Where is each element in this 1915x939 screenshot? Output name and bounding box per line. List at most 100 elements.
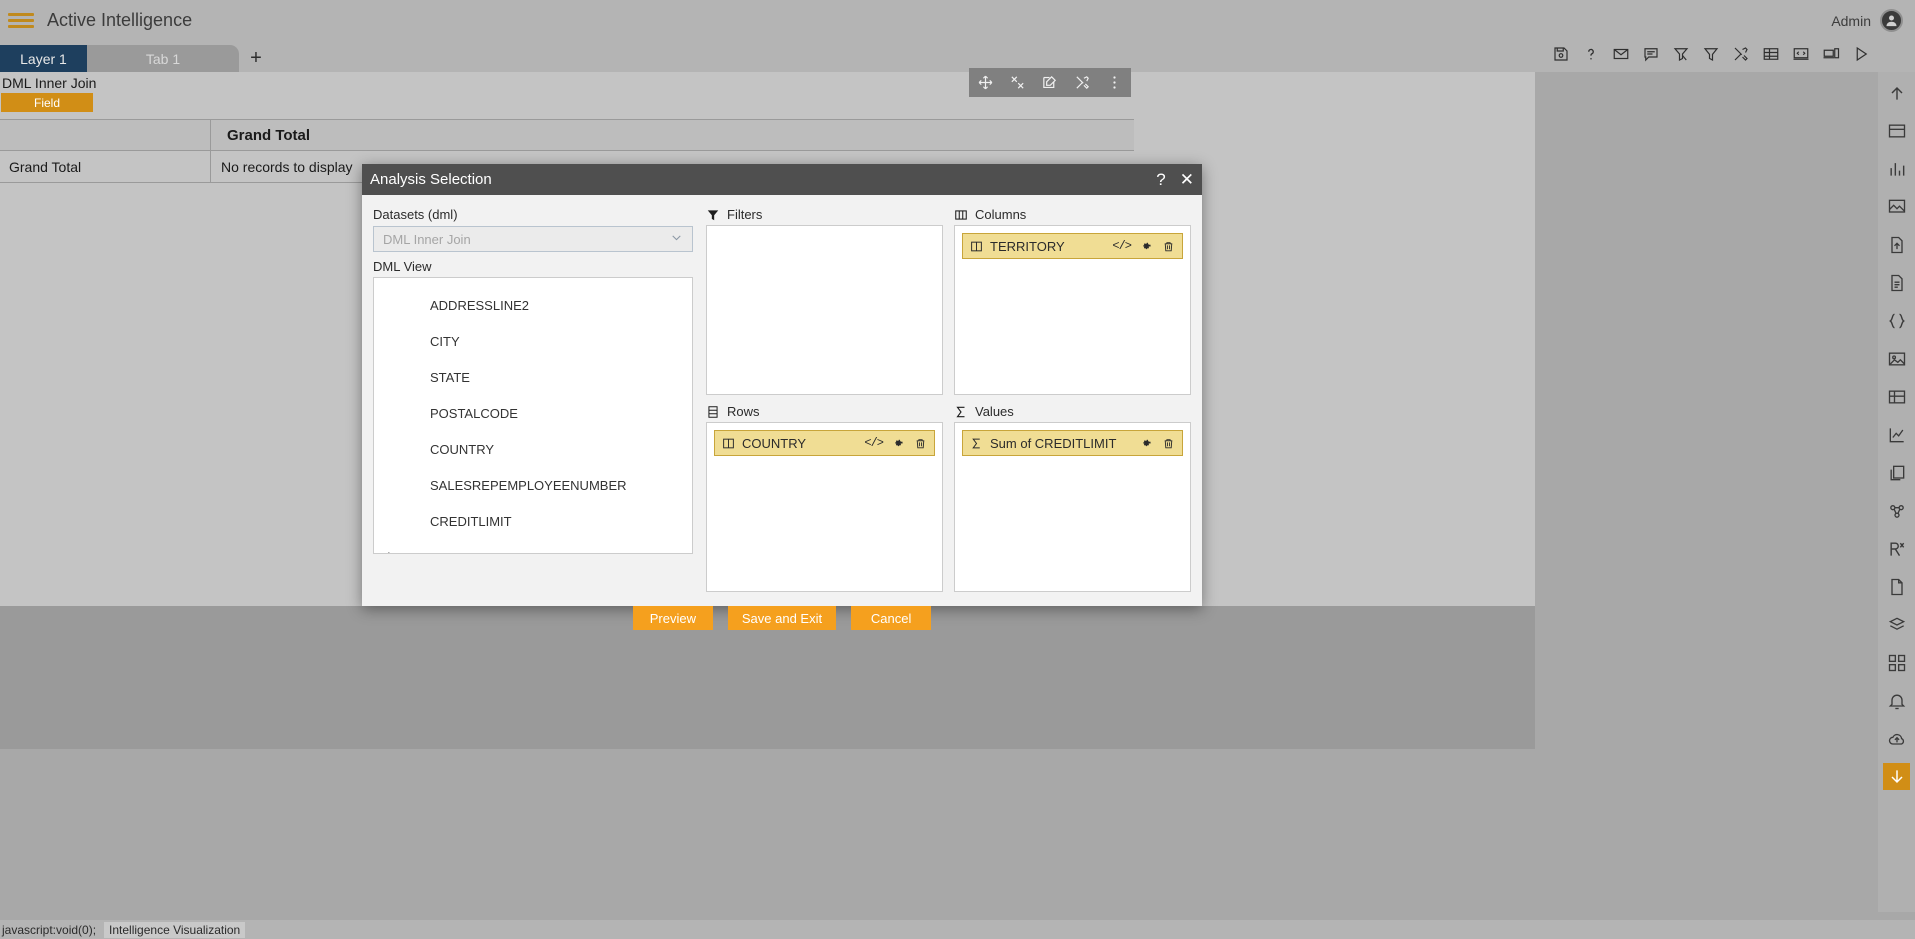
alert-add-icon[interactable]	[1883, 687, 1910, 714]
table-icon[interactable]	[1761, 44, 1780, 63]
pivot-corner-cell	[0, 120, 211, 150]
field-chip[interactable]: Field	[1, 93, 93, 112]
trash-icon[interactable]	[914, 437, 927, 450]
preview-button[interactable]: Preview	[632, 606, 713, 630]
page-icon[interactable]	[1883, 573, 1910, 600]
field-label: ADDRESSLINE2	[430, 297, 529, 313]
chip-label: TERRITORY	[990, 238, 1065, 254]
tab-sheet-1[interactable]: Tab 1	[87, 45, 239, 72]
chip-sum-of-creditlimit[interactable]: Sum of CREDITLIMIT	[962, 430, 1183, 456]
toolbar-icon-row	[1551, 44, 1870, 63]
columns-dropzone[interactable]: TERRITORY </>	[954, 225, 1191, 395]
layout-icon[interactable]	[1883, 117, 1910, 144]
dialog-body: Datasets (dml) DML Inner Join DML View A…	[362, 195, 1202, 592]
collapse-up-icon[interactable]	[1883, 79, 1910, 106]
widget-mini-toolbar	[969, 68, 1131, 97]
image-add-icon[interactable]	[1883, 193, 1910, 220]
widgets-icon[interactable]	[1883, 649, 1910, 676]
move-icon[interactable]	[977, 74, 994, 91]
top-bar-right: Admin	[1831, 9, 1915, 32]
grid-icon[interactable]	[1883, 383, 1910, 410]
zones-panel: Filters Rows COUNTRY </> Columns TERRITO…	[706, 207, 1191, 592]
network-icon[interactable]	[1883, 497, 1910, 524]
hamburger-icon[interactable]	[8, 10, 34, 31]
zone-column-left: Filters Rows COUNTRY </>	[706, 207, 943, 592]
help-icon[interactable]: ?	[1156, 171, 1165, 188]
chip-territory[interactable]: TERRITORY </>	[962, 233, 1183, 259]
tools-icon[interactable]	[1731, 44, 1750, 63]
layers-icon[interactable]	[1883, 611, 1910, 638]
filters-dropzone[interactable]	[706, 225, 943, 395]
list-item[interactable]: SALESREPEMPLOYEENUMBER	[374, 467, 692, 503]
add-tab-button[interactable]: +	[239, 45, 273, 72]
cancel-button[interactable]: Cancel	[851, 606, 932, 630]
values-dropzone[interactable]: Sum of CREDITLIMIT	[954, 422, 1191, 592]
json-braces-icon[interactable]	[1883, 307, 1910, 334]
chip-actions: </>	[1112, 239, 1175, 253]
run-icon[interactable]	[1851, 44, 1870, 63]
rows-icon	[706, 405, 720, 419]
field-list[interactable]: ADDRESSLINE2 CITY STATE POSTALCODE COUNT…	[373, 277, 693, 554]
values-zone-header: Values	[954, 404, 1191, 419]
list-item-group-offices[interactable]: OFFICES	[374, 539, 692, 553]
r-script-icon[interactable]	[1883, 535, 1910, 562]
list-item[interactable]: POSTALCODE	[374, 395, 692, 431]
comment-icon[interactable]	[1641, 44, 1660, 63]
rows-zone: Rows COUNTRY </>	[706, 404, 943, 592]
code-icon[interactable]: </>	[864, 436, 884, 450]
columns-icon	[954, 208, 968, 222]
gear-icon[interactable]	[892, 437, 905, 450]
code-window-icon[interactable]	[1791, 44, 1810, 63]
rows-label: Rows	[727, 404, 760, 419]
columns-icon	[970, 240, 983, 253]
rows-dropzone[interactable]: COUNTRY </>	[706, 422, 943, 592]
line-chart-icon[interactable]	[1883, 421, 1910, 448]
tab-layer-1[interactable]: Layer 1	[0, 45, 87, 72]
list-item[interactable]: COUNTRY	[374, 431, 692, 467]
devices-icon[interactable]	[1821, 44, 1840, 63]
mail-icon[interactable]	[1611, 44, 1630, 63]
more-vertical-icon[interactable]	[1106, 74, 1123, 91]
picture-icon[interactable]	[1883, 345, 1910, 372]
save-and-exit-button[interactable]: Save and Exit	[727, 606, 837, 630]
cloud-upload-icon[interactable]	[1883, 725, 1910, 752]
user-avatar-icon[interactable]	[1880, 9, 1903, 32]
filters-zone: Filters	[706, 207, 943, 395]
dataset-select[interactable]: DML Inner Join	[373, 226, 693, 252]
filter-icon	[706, 208, 720, 222]
dialog-header: Analysis Selection ? ✕	[362, 164, 1202, 195]
chip-country[interactable]: COUNTRY </>	[714, 430, 935, 456]
app-title: Active Intelligence	[47, 10, 193, 30]
trash-icon[interactable]	[1162, 240, 1175, 253]
field-label: STATE	[430, 369, 470, 385]
trash-icon[interactable]	[1162, 437, 1175, 450]
tools-icon[interactable]	[1074, 74, 1091, 91]
list-item[interactable]: STATE	[374, 359, 692, 395]
save-icon[interactable]	[1551, 44, 1570, 63]
bar-chart-icon[interactable]	[1883, 155, 1910, 182]
columns-zone-header: Columns	[954, 207, 1191, 222]
list-item[interactable]: ADDRESSLINE2	[374, 287, 692, 323]
download-icon[interactable]	[1883, 763, 1910, 790]
code-icon[interactable]: </>	[1112, 239, 1132, 253]
field-label: COUNTRY	[430, 441, 495, 457]
gear-icon[interactable]	[1140, 240, 1153, 253]
chart-settings-icon[interactable]	[1009, 74, 1026, 91]
field-label: POSTALCODE	[430, 405, 518, 421]
chip-actions	[1140, 437, 1175, 450]
list-item[interactable]: CITY	[374, 323, 692, 359]
chip-actions: </>	[864, 436, 927, 450]
dialog-footer: Preview Save and Exit Cancel	[362, 606, 1202, 630]
sigma-icon	[954, 405, 968, 419]
document-icon[interactable]	[1883, 269, 1910, 296]
file-export-icon[interactable]	[1883, 231, 1910, 258]
help-icon[interactable]	[1581, 44, 1600, 63]
edit-icon[interactable]	[1041, 74, 1058, 91]
filter-icon[interactable]	[1701, 44, 1720, 63]
copy-icon[interactable]	[1883, 459, 1910, 486]
gear-icon[interactable]	[1140, 437, 1153, 450]
list-item[interactable]: CREDITLIMIT	[374, 503, 692, 539]
chip-label: COUNTRY	[742, 435, 807, 451]
clear-filter-icon[interactable]	[1671, 44, 1690, 63]
close-icon[interactable]: ✕	[1180, 171, 1194, 188]
